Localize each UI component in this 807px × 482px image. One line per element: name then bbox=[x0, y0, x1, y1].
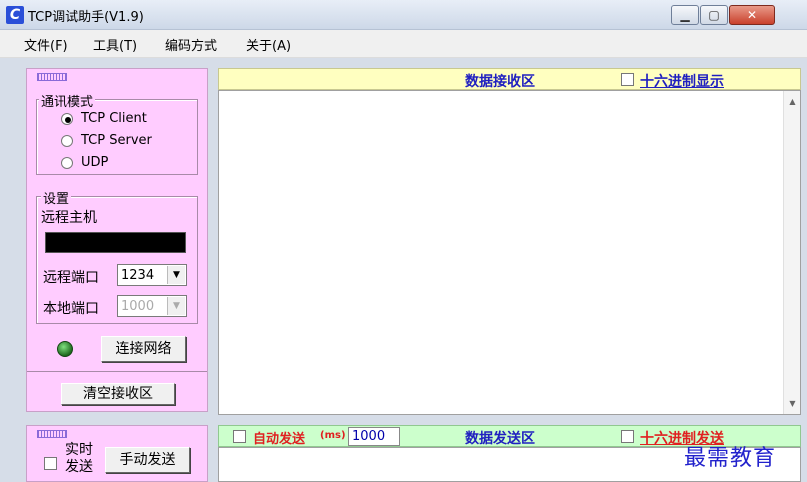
send-title: 数据发送区 bbox=[465, 431, 535, 447]
window-title: TCP调试助手(V1.9) bbox=[28, 10, 144, 25]
hex-display-checkbox[interactable] bbox=[621, 73, 634, 86]
local-port-select[interactable]: 1000 ▼ bbox=[117, 295, 187, 317]
menu-bar: 文件(F) 工具(T) 编码方式 关于(A) bbox=[0, 30, 807, 58]
menu-encoding[interactable]: 编码方式 bbox=[165, 35, 217, 54]
watermark-logo: 最需教育 bbox=[684, 446, 777, 471]
radio-tcp-server[interactable] bbox=[61, 135, 73, 147]
realtime-send-checkbox[interactable] bbox=[44, 457, 57, 470]
maximize-button[interactable]: ▢ bbox=[700, 5, 728, 25]
scroll-down-icon[interactable]: ▼ bbox=[784, 395, 801, 412]
grip-handle-icon bbox=[37, 73, 67, 81]
menu-file[interactable]: 文件(F) bbox=[24, 35, 68, 54]
panel-divider bbox=[27, 371, 207, 372]
connect-button[interactable]: 连接网络 bbox=[101, 336, 186, 362]
close-icon: ✕ bbox=[746, 8, 758, 22]
remote-port-select[interactable]: 1234 ▼ bbox=[117, 264, 187, 286]
radio-tcp-server-label: TCP Server bbox=[81, 133, 152, 148]
clear-receive-button[interactable]: 清空接收区 bbox=[61, 383, 175, 405]
chevron-down-icon[interactable]: ▼ bbox=[167, 266, 185, 284]
connection-panel: 通讯模式 TCP Client TCP Server UDP 设置 远程主机 远… bbox=[26, 68, 208, 412]
remote-port-value: 1234 bbox=[121, 268, 155, 283]
receive-header: 数据接收区 十六进制显示 bbox=[218, 68, 801, 90]
receive-title: 数据接收区 bbox=[465, 74, 535, 90]
radio-tcp-client-label: TCP Client bbox=[81, 111, 147, 126]
settings-legend: 设置 bbox=[41, 188, 72, 207]
receive-textarea[interactable] bbox=[218, 90, 801, 415]
minimize-icon: ▁ bbox=[680, 8, 690, 22]
auto-send-checkbox[interactable] bbox=[233, 430, 246, 443]
menu-tools[interactable]: 工具(T) bbox=[93, 35, 137, 54]
local-port-label: 本地端口 bbox=[43, 301, 99, 317]
scroll-up-icon[interactable]: ▲ bbox=[784, 93, 801, 110]
auto-send-label: 自动发送 bbox=[253, 432, 306, 447]
comm-mode-legend: 通讯模式 bbox=[39, 91, 96, 110]
send-control-panel: 实时 发送 手动发送 bbox=[26, 425, 208, 482]
status-led-icon bbox=[57, 341, 73, 357]
minimize-button[interactable]: ▁ bbox=[671, 5, 699, 25]
realtime-send-label-2: 发送 bbox=[65, 459, 93, 475]
local-port-value: 1000 bbox=[121, 299, 155, 314]
hex-display-label: 十六进制显示 bbox=[640, 74, 724, 90]
maximize-icon: ▢ bbox=[708, 8, 720, 22]
receive-scrollbar[interactable]: ▲ ▼ bbox=[783, 91, 800, 414]
auto-send-interval-input[interactable]: 1000 bbox=[348, 427, 400, 446]
radio-udp[interactable] bbox=[61, 157, 73, 169]
grip-handle-icon bbox=[37, 430, 67, 438]
close-button[interactable]: ✕ bbox=[729, 5, 775, 25]
radio-udp-label: UDP bbox=[81, 155, 109, 170]
radio-tcp-client[interactable] bbox=[61, 113, 73, 125]
manual-send-button[interactable]: 手动发送 bbox=[105, 447, 190, 473]
hex-send-checkbox[interactable] bbox=[621, 430, 634, 443]
realtime-send-label: 实时 bbox=[65, 442, 93, 458]
ms-unit-label: (ms) bbox=[320, 430, 346, 441]
chevron-down-icon[interactable]: ▼ bbox=[167, 297, 185, 315]
remote-port-label: 远程端口 bbox=[43, 270, 99, 286]
remote-host-input[interactable] bbox=[45, 232, 186, 253]
remote-host-label: 远程主机 bbox=[41, 210, 97, 226]
app-logo-icon: C bbox=[6, 6, 24, 24]
title-bar: C TCP调试助手(V1.9) ▁ ▢ ✕ bbox=[0, 0, 807, 30]
menu-about[interactable]: 关于(A) bbox=[246, 35, 291, 54]
